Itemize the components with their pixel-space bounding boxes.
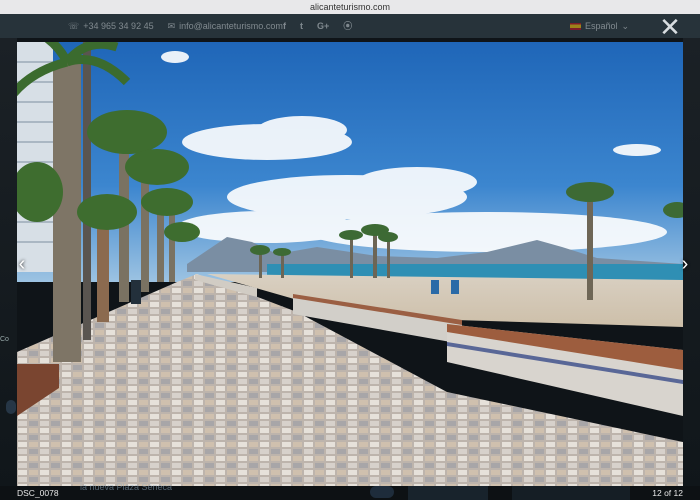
beach-promenade-image [17, 42, 683, 486]
background-caption-fragment: la nueva Plaza Séneca [80, 482, 173, 492]
url-text: alicanteturismo.com [309, 2, 391, 12]
facebook-icon[interactable]: f [283, 14, 286, 38]
email-text: info@alicanteturismo.com [179, 21, 283, 31]
spain-flag-icon [570, 22, 581, 30]
background-badge [6, 400, 16, 414]
close-button[interactable]: ✕ [656, 14, 684, 40]
background-panel [408, 486, 488, 500]
background-logo [370, 486, 394, 498]
language-label: Español [585, 21, 618, 31]
social-links: f t G+ ⦿ [283, 14, 352, 38]
mail-icon: ✉ [167, 21, 176, 31]
image-counter: 12 of 12 [652, 488, 683, 498]
lightbox-photo [17, 42, 683, 486]
browser-url-bar[interactable]: alicanteturismo.com [0, 0, 700, 14]
close-icon: ✕ [659, 12, 681, 42]
contact-info: ☏ +34 965 34 92 45 ✉ info@alicanteturism… [68, 14, 283, 38]
site-top-bar: ☏ +34 965 34 92 45 ✉ info@alicanteturism… [0, 14, 700, 38]
previous-image-button[interactable]: ‹ [14, 252, 30, 276]
phone-icon: ☏ [68, 21, 80, 31]
email-link[interactable]: ✉ info@alicanteturismo.com [168, 14, 283, 38]
google-plus-icon[interactable]: G+ [317, 14, 329, 38]
chevron-right-icon: › [681, 253, 689, 275]
chevron-down-icon: ⌄ [621, 21, 630, 31]
next-image-button[interactable]: › [677, 252, 693, 276]
rss-icon[interactable]: ⦿ [343, 14, 352, 38]
phone-link[interactable]: ☏ +34 965 34 92 45 [68, 14, 154, 38]
lightbox-footer: DSC_0078 la nueva Plaza Séneca 12 of 12 [0, 482, 700, 500]
background-panel-2 [512, 486, 630, 500]
twitter-icon[interactable]: t [300, 14, 303, 38]
language-selector[interactable]: Español ⌄ [570, 14, 629, 38]
phone-text: +34 965 34 92 45 [83, 21, 154, 31]
background-text-fragment: Co [0, 336, 9, 343]
image-caption: DSC_0078 [17, 488, 59, 498]
chevron-left-icon: ‹ [18, 253, 26, 275]
